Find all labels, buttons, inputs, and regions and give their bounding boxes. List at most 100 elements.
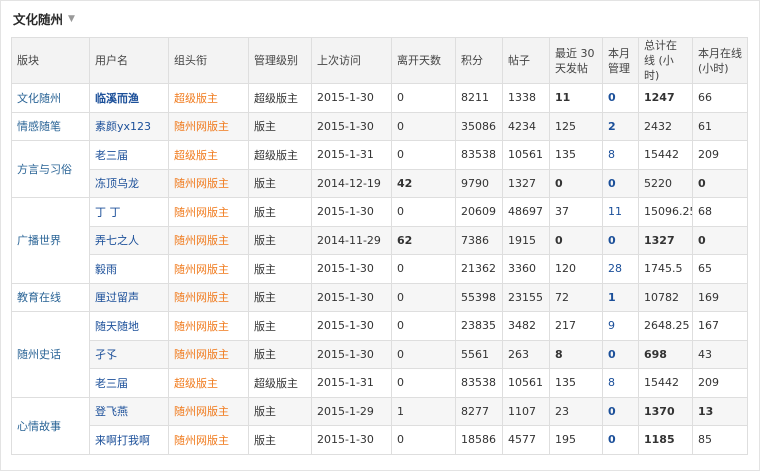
username-link[interactable]: 厘过留声 bbox=[89, 282, 169, 312]
total-online-hours: 1745.5 bbox=[638, 254, 693, 284]
days-away: 0 bbox=[391, 368, 456, 398]
forum-block-link[interactable]: 心情故事 bbox=[11, 396, 90, 455]
last-visit: 2014-11-29 bbox=[311, 225, 392, 255]
last-visit: 2015-1-29 bbox=[311, 396, 392, 426]
forum-block-link[interactable]: 情感随笔 bbox=[11, 111, 90, 141]
recent-posts: 217 bbox=[549, 311, 603, 341]
recent-posts: 125 bbox=[549, 111, 603, 141]
last-visit: 2015-1-30 bbox=[311, 311, 392, 341]
total-online-hours: 15442 bbox=[638, 368, 693, 398]
username-link[interactable]: 丁 丁 bbox=[89, 197, 169, 227]
forum-block-link[interactable]: 广播世界 bbox=[11, 197, 90, 284]
posts: 1107 bbox=[502, 396, 550, 426]
month-management[interactable]: 9 bbox=[602, 311, 639, 341]
days-away: 0 bbox=[391, 254, 456, 284]
table-row: 毅雨 随州网版主 版主 2015-1-30 0 21362 3360 120 28 1745.5 6… bbox=[12, 254, 748, 284]
month-online-hours: 167 bbox=[692, 311, 748, 341]
column-header: 帖子 bbox=[502, 37, 550, 84]
recent-posts: 23 bbox=[549, 396, 603, 426]
admin-level: 版主 bbox=[248, 197, 312, 227]
table-row: 教育在线 厘过留声 随州网版主 版主 2015-1-30 0 55398 23155 72 1 10… bbox=[11, 282, 748, 312]
month-management[interactable]: 1 bbox=[602, 282, 639, 312]
days-away: 0 bbox=[391, 339, 456, 369]
admin-level: 版主 bbox=[248, 282, 312, 312]
table-body: 文化随州 临溪而渔 超级版主 超级版主 2015-1-30 0 8211 1338 11 0 124… bbox=[11, 83, 748, 455]
table-row: 随州史话 随天随地 随州网版主 版主 2015-1-30 0 23835 3482 217 9 26… bbox=[11, 311, 748, 398]
column-header: 管理级别 bbox=[248, 37, 312, 84]
month-management[interactable]: 0 bbox=[602, 339, 639, 369]
moderator-panel: 文化随州 ▼ 版块 用户名 组头衔 管理级别 上次访问 离开天数 积分 帖子 最近 30 天发帖… bbox=[0, 0, 760, 471]
table-row: 老三届 超级版主 超级版主 2015-1-31 0 83538 10561 135 8 15442… bbox=[12, 368, 748, 398]
column-header: 组头衔 bbox=[168, 37, 249, 84]
username-link[interactable]: 老三届 bbox=[89, 368, 169, 398]
column-header: 本月管理 bbox=[602, 37, 639, 84]
column-header: 版块 bbox=[11, 37, 90, 84]
admin-level: 版主 bbox=[248, 111, 312, 141]
group-title: 随州网版主 bbox=[168, 396, 249, 426]
month-online-hours: 65 bbox=[692, 254, 748, 284]
points: 35086 bbox=[455, 111, 503, 141]
month-online-hours: 66 bbox=[692, 83, 748, 113]
username-link[interactable]: 冻顶乌龙 bbox=[89, 168, 169, 198]
username-link[interactable]: 随天随地 bbox=[89, 311, 169, 341]
month-management[interactable]: 8 bbox=[602, 140, 639, 170]
table-row: 广播世界丁 丁随州网版主 版主 2015-1-30 0 20609 48697 37 11 15… bbox=[11, 197, 748, 284]
username-link[interactable]: 素颜yx123 bbox=[89, 111, 169, 141]
month-management[interactable]: 8 bbox=[602, 368, 639, 398]
month-online-hours: 0 bbox=[692, 225, 748, 255]
username-link[interactable]: 来啊打我啊 bbox=[89, 425, 169, 455]
forum-block-link[interactable]: 文化随州 bbox=[11, 83, 90, 113]
posts: 48697 bbox=[502, 197, 550, 227]
points: 7386 bbox=[455, 225, 503, 255]
points: 5561 bbox=[455, 339, 503, 369]
group-title: 超级版主 bbox=[168, 140, 249, 170]
recent-posts: 0 bbox=[549, 225, 603, 255]
month-management[interactable]: 0 bbox=[602, 396, 639, 426]
month-online-hours: 43 bbox=[692, 339, 748, 369]
last-visit: 2015-1-30 bbox=[311, 83, 392, 113]
month-management[interactable]: 28 bbox=[602, 254, 639, 284]
month-online-hours: 0 bbox=[692, 168, 748, 198]
month-online-hours: 85 bbox=[692, 425, 748, 455]
total-online-hours: 1327 bbox=[638, 225, 693, 255]
forum-block-link[interactable]: 方言与习俗 bbox=[11, 140, 90, 198]
group-title: 随州网版主 bbox=[168, 425, 249, 455]
username-link[interactable]: 临溪而渔 bbox=[89, 83, 169, 113]
username-link[interactable]: 孑孓 bbox=[89, 339, 169, 369]
month-management[interactable]: 0 bbox=[602, 425, 639, 455]
posts: 4577 bbox=[502, 425, 550, 455]
month-management[interactable]: 11 bbox=[602, 197, 639, 227]
admin-level: 版主 bbox=[248, 396, 312, 426]
month-online-hours: 209 bbox=[692, 368, 748, 398]
last-visit: 2015-1-30 bbox=[311, 111, 392, 141]
days-away: 42 bbox=[391, 168, 456, 198]
last-visit: 2015-1-30 bbox=[311, 197, 392, 227]
panel-header[interactable]: 文化随州 ▼ bbox=[1, 1, 759, 35]
username-link[interactable]: 登飞燕 bbox=[89, 396, 169, 426]
forum-block-link[interactable]: 教育在线 bbox=[11, 282, 90, 312]
username-link[interactable]: 弄七之人 bbox=[89, 225, 169, 255]
table-row: 情感随笔 素颜yx123 随州网版主 版主 2015-1-30 0 35086 4234 125… bbox=[11, 111, 748, 141]
recent-posts: 37 bbox=[549, 197, 603, 227]
username-link[interactable]: 毅雨 bbox=[89, 254, 169, 284]
group-title: 随州网版主 bbox=[168, 225, 249, 255]
moderator-table: 版块 用户名 组头衔 管理级别 上次访问 离开天数 积分 帖子 最近 30 天发帖 本月管理 总计在… bbox=[11, 37, 748, 455]
posts: 3360 bbox=[502, 254, 550, 284]
month-online-hours: 209 bbox=[692, 140, 748, 170]
month-management[interactable]: 0 bbox=[602, 83, 639, 113]
table-row: 冻顶乌龙 随州网版主 版主 2014-12-19 42 9790 1327 0 0 5220 0 bbox=[12, 168, 748, 198]
recent-posts: 8 bbox=[549, 339, 603, 369]
days-away: 0 bbox=[391, 111, 456, 141]
table-row: 文化随州 临溪而渔 超级版主 超级版主 2015-1-30 0 8211 1338 11 0 124… bbox=[11, 83, 748, 113]
month-management[interactable]: 2 bbox=[602, 111, 639, 141]
month-management[interactable]: 0 bbox=[602, 168, 639, 198]
forum-block-link[interactable]: 随州史话 bbox=[11, 311, 90, 398]
username-link[interactable]: 老三届 bbox=[89, 140, 169, 170]
total-online-hours: 15096.25 bbox=[638, 197, 693, 227]
points: 23835 bbox=[455, 311, 503, 341]
admin-level: 超级版主 bbox=[248, 368, 312, 398]
month-online-hours: 169 bbox=[692, 282, 748, 312]
caret-down-icon[interactable]: ▼ bbox=[68, 14, 75, 24]
month-management[interactable]: 0 bbox=[602, 225, 639, 255]
days-away: 0 bbox=[391, 282, 456, 312]
